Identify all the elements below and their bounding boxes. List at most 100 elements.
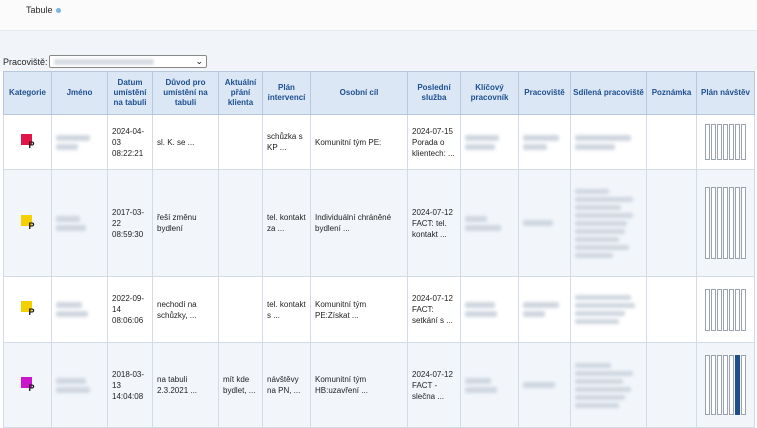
workplace-select-redacted-value <box>54 59 154 65</box>
visit-plan-cell[interactable] <box>696 276 755 343</box>
visit-day-slot[interactable] <box>711 187 716 259</box>
visit-day-slot[interactable] <box>717 124 722 160</box>
table-row[interactable]: P 2018-03-13 14:04:08 na tabuli 2.3.2021… <box>3 342 755 428</box>
visit-day-slot[interactable] <box>705 355 710 415</box>
visit-day-slot[interactable] <box>729 124 734 160</box>
visit-day-slot[interactable] <box>711 355 716 415</box>
last-service-cell: 2024-07-12 FACT: tel. kontakt ... <box>407 169 461 277</box>
visit-day-slot[interactable] <box>717 355 722 415</box>
visit-day-slot[interactable] <box>705 288 710 331</box>
wish-cell: mít kde bydlet, ... <box>218 342 263 428</box>
category-letter: P <box>28 139 35 150</box>
visit-plan-bars[interactable] <box>701 187 750 259</box>
reason-cell: nechodí na schůzky, ... <box>152 276 219 343</box>
col-posledni-sluzba[interactable]: Poslední služba <box>407 71 461 115</box>
visit-plan-cell[interactable] <box>696 169 755 277</box>
visit-day-slot[interactable] <box>705 124 710 160</box>
category-cell: P <box>3 342 52 428</box>
tab-tabule[interactable]: Tabule <box>26 5 61 15</box>
date-cell: 2017-03-22 08:59:30 <box>107 169 153 277</box>
col-jmeno[interactable]: Jméno <box>51 71 108 115</box>
visit-plan-cell[interactable] <box>696 342 755 428</box>
note-cell <box>646 342 697 428</box>
workplace-select[interactable]: ⌄ <box>49 55 207 68</box>
table-row[interactable]: P 2024-04-03 08:22:21 sl. K. se ... schů… <box>3 114 755 170</box>
visit-day-slot[interactable] <box>735 187 740 259</box>
goal-cell: Komunitní tým HB:uzavření ... <box>310 342 408 428</box>
visit-plan-bars[interactable] <box>701 288 750 331</box>
workplace-cell-redacted <box>518 342 571 428</box>
visit-day-slot[interactable] <box>729 355 734 415</box>
visit-day-slot[interactable] <box>741 187 746 259</box>
visit-day-slot[interactable] <box>729 288 734 331</box>
visit-day-slot[interactable] <box>729 187 734 259</box>
plan-cell: tel. kontakt za ... <box>262 169 311 277</box>
reason-cell: na tabuli 2.3.2021 ... <box>152 342 219 428</box>
col-plan-intervenci[interactable]: Plán intervencí <box>262 71 311 115</box>
visit-day-slot[interactable] <box>741 288 746 331</box>
note-cell <box>646 276 697 343</box>
top-bar: Tabule <box>0 0 757 31</box>
visit-day-slot[interactable] <box>735 355 740 415</box>
name-cell-redacted <box>51 342 108 428</box>
col-pracoviste[interactable]: Pracoviště <box>518 71 571 115</box>
note-cell <box>646 114 697 170</box>
last-service-cell: 2024-07-15 Porada o klientech: ... <box>407 114 461 170</box>
visit-plan-bars[interactable] <box>701 124 750 160</box>
col-poznamka[interactable]: Poznámka <box>646 71 697 115</box>
col-sdilena-pracoviste[interactable]: Sdílená pracoviště <box>570 71 647 115</box>
active-dot-icon <box>55 8 61 14</box>
key-worker-cell-redacted <box>460 114 519 170</box>
visit-plan-bars[interactable] <box>701 355 750 415</box>
goal-cell: Individuální chráněné bydlení ... <box>310 169 408 277</box>
note-cell <box>646 169 697 277</box>
wish-cell <box>218 169 263 277</box>
category-p-icon: P <box>20 214 35 231</box>
visit-day-slot[interactable] <box>711 124 716 160</box>
workplace-cell-redacted <box>518 276 571 343</box>
visit-day-slot[interactable] <box>741 355 746 415</box>
col-kategorie[interactable]: Kategorie <box>3 71 52 115</box>
col-datum[interactable]: Datum umístění na tabuli <box>107 71 153 115</box>
visit-plan-cell[interactable] <box>696 114 755 170</box>
col-plan-navstev[interactable]: Plán návštěv <box>696 71 755 115</box>
workplace-label: Pracoviště: <box>3 57 48 67</box>
goal-cell: Komunitní tým PE:Získat ... <box>310 276 408 343</box>
category-letter: P <box>28 307 35 317</box>
visit-day-slot[interactable] <box>723 187 728 259</box>
name-cell-redacted <box>51 114 108 170</box>
visit-day-slot[interactable] <box>741 124 746 160</box>
col-prani[interactable]: Aktuální přání klienta <box>218 71 263 115</box>
table-header-row: Kategorie Jméno Datum umístění na tabuli… <box>3 71 755 115</box>
date-cell: 2018-03-13 14:04:08 <box>107 342 153 428</box>
visit-day-slot[interactable] <box>717 187 722 259</box>
visit-day-slot[interactable] <box>711 288 716 331</box>
visit-day-slot[interactable] <box>705 187 710 259</box>
plan-cell: schůzka s KP ... <box>262 114 311 170</box>
visit-day-slot[interactable] <box>735 288 740 331</box>
col-duvod[interactable]: Důvod pro umístění na tabuli <box>152 71 219 115</box>
table-row[interactable]: P 2022-09-14 08:06:06 nechodí na schůzky… <box>3 276 755 343</box>
visit-day-slot[interactable] <box>723 288 728 331</box>
col-osobni-cil[interactable]: Osobní cíl <box>310 71 408 115</box>
name-cell-redacted <box>51 169 108 277</box>
visit-day-slot[interactable] <box>717 288 722 331</box>
table-row[interactable]: P 2017-03-22 08:59:30 řeší změnu bydlení… <box>3 169 755 277</box>
wish-cell <box>218 276 263 343</box>
category-p-icon: P <box>20 133 35 150</box>
visit-day-slot[interactable] <box>723 355 728 415</box>
last-service-cell: 2024-07-12 FACT: setkání s ... <box>407 276 461 343</box>
category-cell: P <box>3 114 52 170</box>
visit-day-slot[interactable] <box>735 124 740 160</box>
workplace-cell-redacted <box>518 114 571 170</box>
category-cell: P <box>3 169 52 277</box>
last-service-cell: 2024-07-12 FACT - slečna ... <box>407 342 461 428</box>
plan-cell: návštěvy na PN, ... <box>262 342 311 428</box>
key-worker-cell-redacted <box>460 342 519 428</box>
reason-cell: sl. K. se ... <box>152 114 219 170</box>
key-worker-cell-redacted <box>460 169 519 277</box>
visit-day-slot[interactable] <box>723 124 728 160</box>
col-klicovy-pracovnik[interactable]: Klíčový pracovník <box>460 71 519 115</box>
plan-cell: tel. kontakt s ... <box>262 276 311 343</box>
reason-cell: řeší změnu bydlení <box>152 169 219 277</box>
